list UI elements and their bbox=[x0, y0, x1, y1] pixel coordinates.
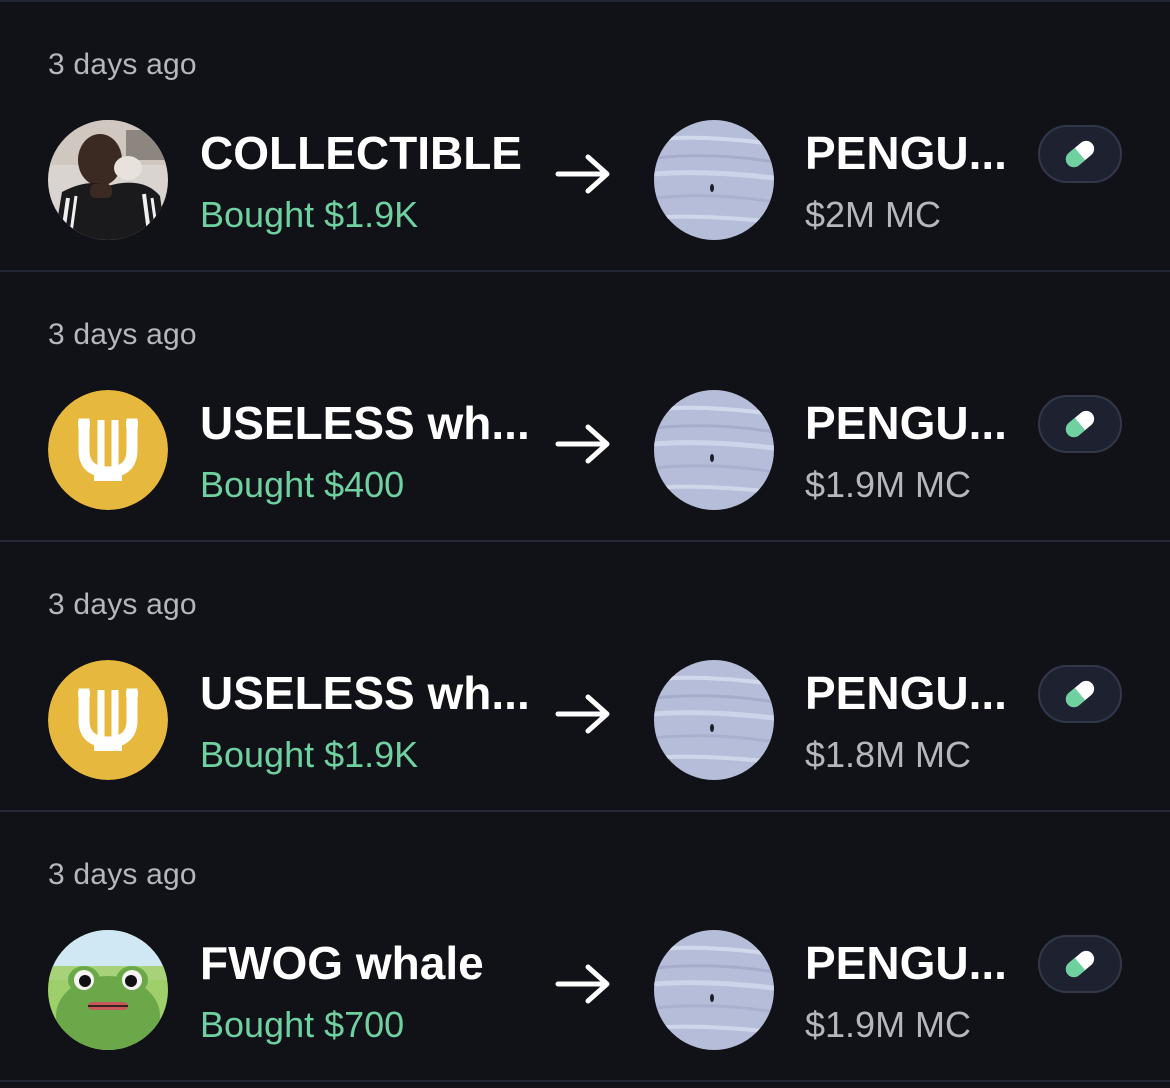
arrow-right-icon bbox=[555, 964, 610, 1004]
pill-button[interactable] bbox=[1038, 395, 1122, 453]
market-cap: $1.8M MC bbox=[805, 734, 972, 775]
pill-button[interactable] bbox=[1038, 935, 1122, 993]
arrow-right-icon bbox=[555, 424, 610, 464]
snow-penguin-avatar[interactable] bbox=[654, 930, 774, 1050]
trade-timestamp: 3 days ago bbox=[48, 318, 197, 351]
trade-timestamp: 3 days ago bbox=[48, 588, 197, 621]
pill-icon bbox=[1065, 680, 1095, 708]
pill-icon bbox=[1065, 410, 1095, 438]
useless-coin-avatar[interactable] bbox=[48, 660, 168, 780]
trade-amount: Bought $700 bbox=[200, 1004, 405, 1045]
market-cap: $2M MC bbox=[805, 194, 942, 235]
pill-icon bbox=[1065, 140, 1095, 168]
trader-name[interactable]: USELESS wh... bbox=[200, 666, 530, 720]
person-photo-avatar[interactable] bbox=[48, 120, 168, 240]
trader-name[interactable]: FWOG whale bbox=[200, 936, 484, 990]
trade-row[interactable]: 3 days ago USELESS wh... Bought $1.9K PE… bbox=[0, 542, 1170, 812]
pill-button[interactable] bbox=[1038, 125, 1122, 183]
trade-row[interactable]: 3 days ago USELESS wh... Bought $400 PEN… bbox=[0, 272, 1170, 542]
trader-name[interactable]: COLLECTIBLE bbox=[200, 126, 522, 180]
token-name[interactable]: PENGU... bbox=[805, 126, 1007, 180]
pill-button[interactable] bbox=[1038, 665, 1122, 723]
pill-icon bbox=[1065, 950, 1095, 978]
arrow-right-icon bbox=[555, 154, 610, 194]
trade-amount: Bought $1.9K bbox=[200, 734, 419, 775]
useless-coin-avatar[interactable] bbox=[48, 390, 168, 510]
token-name[interactable]: PENGU... bbox=[805, 936, 1007, 990]
trade-timestamp: 3 days ago bbox=[48, 858, 197, 891]
trade-timestamp: 3 days ago bbox=[48, 48, 197, 81]
trade-row[interactable]: 3 days ago COLLECTIBLE Bought $1.9K PENG… bbox=[0, 2, 1170, 272]
token-name[interactable]: PENGU... bbox=[805, 666, 1007, 720]
trade-row[interactable]: 3 days ago FWOG whale Bought $700 PENGU.… bbox=[0, 812, 1170, 1082]
market-cap: $1.9M MC bbox=[805, 464, 972, 505]
trader-name[interactable]: USELESS wh... bbox=[200, 396, 530, 450]
frog-avatar[interactable] bbox=[48, 930, 168, 1050]
trade-amount: Bought $1.9K bbox=[200, 194, 419, 235]
trade-amount: Bought $400 bbox=[200, 464, 405, 505]
snow-penguin-avatar[interactable] bbox=[654, 390, 774, 510]
snow-penguin-avatar[interactable] bbox=[654, 660, 774, 780]
arrow-right-icon bbox=[555, 694, 610, 734]
snow-penguin-avatar[interactable] bbox=[654, 120, 774, 240]
trade-feed: 3 days ago COLLECTIBLE Bought $1.9K PENG… bbox=[0, 0, 1170, 1088]
market-cap: $1.9M MC bbox=[805, 1004, 972, 1045]
token-name[interactable]: PENGU... bbox=[805, 396, 1007, 450]
